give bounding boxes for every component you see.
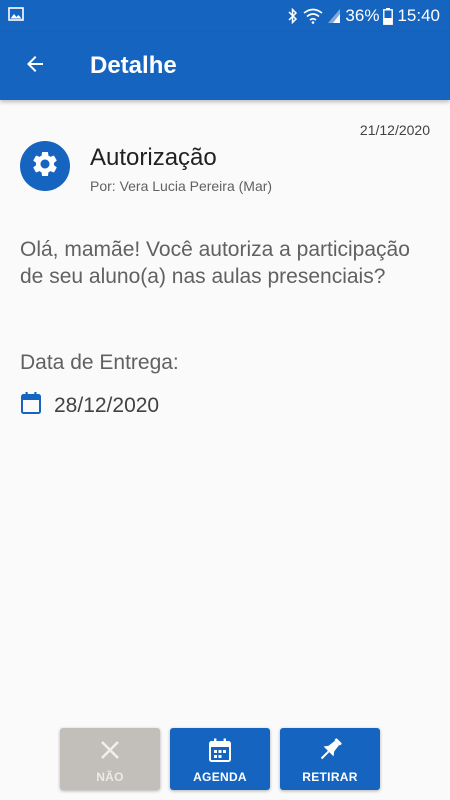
message-author: Por: Vera Lucia Pereira (Mar) [90,178,273,194]
retirar-button[interactable]: RETIRAR [280,728,380,790]
pin-icon [315,736,345,764]
clock: 15:40 [397,6,440,25]
bluetooth-icon [287,8,299,24]
wifi-icon [303,8,323,24]
status-bar: 36% 15:40 [0,0,450,32]
message-title: Autorização [90,144,217,171]
back-button[interactable] [0,32,70,100]
category-avatar [20,141,70,191]
calendar-icon [208,736,232,764]
battery-icon [383,7,394,25]
agenda-button-label: AGENDA [193,770,247,784]
due-date-value: 28/12/2020 [54,393,160,417]
due-date-label: Data de Entrega: [20,351,179,374]
calendar-icon [20,391,42,420]
arrow-back-icon [23,52,47,81]
message-date: 21/12/2020 [359,122,430,138]
no-button[interactable]: NÃO [60,728,160,790]
app-bar: Detalhe [0,32,450,100]
gallery-icon [8,6,24,26]
message-body: Olá, mamãe! Você autoriza a participação… [20,238,410,288]
battery-percent: 36% [345,6,380,25]
status-left [8,6,24,26]
no-button-label: NÃO [96,770,124,784]
due-date-row: 28/12/2020 [20,391,159,420]
status-right: 36% 15:40 [287,6,440,26]
signal-icon [327,8,341,24]
settings-icon [30,149,60,184]
page-title: Detalhe [90,52,177,79]
retirar-button-label: RETIRAR [302,770,358,784]
close-icon [99,736,121,764]
agenda-button[interactable]: AGENDA [170,728,270,790]
